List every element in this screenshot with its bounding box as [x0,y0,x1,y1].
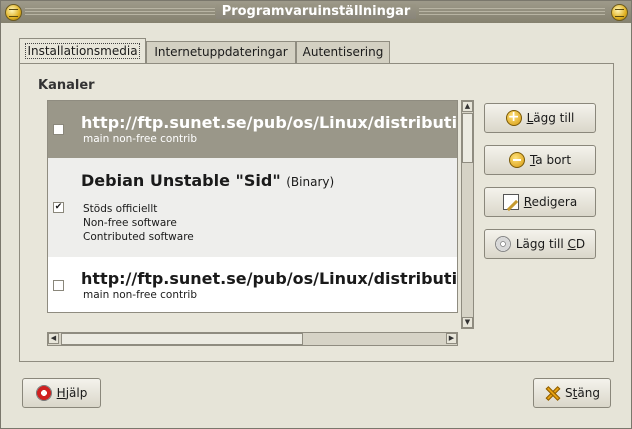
help-icon [35,385,52,401]
channel-detail: Contributed software [83,231,194,243]
channel-name: Debian Unstable "Sid" (Binary) [81,171,335,190]
help-label: Hjälp [56,386,88,400]
channel-name: http://ftp.sunet.se/pub/os/Linux/distrib… [81,113,458,132]
close-label: Stäng [565,386,600,400]
edit-channel-label: Redigera [523,195,578,209]
scroll-down-arrow-icon[interactable]: ▼ [462,317,473,328]
edit-channel-button[interactable]: Redigera [484,187,596,217]
tab-autentisering[interactable]: Autentisering [296,41,390,63]
horizontal-scroll-thumb[interactable] [61,333,303,345]
add-cd-label: Lägg till CD [515,237,586,251]
scroll-left-arrow-icon[interactable]: ◀ [48,333,59,344]
channel-enabled-checkbox[interactable]: ✔ [53,202,64,213]
channels-heading: Kanaler [38,78,95,93]
channel-components: main non-free contrib [83,133,198,145]
channel-row[interactable]: http://ftp.sunet.se/pub/os/Linux/distrib… [48,257,458,312]
channel-type: (Binary) [286,175,335,189]
horizontal-scrollbar[interactable]: ◀ ▶ [47,332,458,346]
remove-channel-button[interactable]: Ta bort [484,145,596,175]
tab-internetuppdateringar[interactable]: Internetuppdateringar [146,41,296,63]
channel-enabled-checkbox[interactable] [53,124,64,135]
add-channel-label: Lägg till [526,111,575,125]
vertical-scrollbar[interactable]: ▲ ▼ [461,100,474,329]
channel-detail: Stöds officiellt [83,203,158,215]
remove-channel-label: Ta bort [529,153,572,167]
close-icon [544,385,560,401]
channel-row[interactable]: http://ftp.sunet.se/pub/os/Linux/distrib… [48,101,458,158]
channel-detail: Non-free software [83,217,177,229]
cd-icon [494,236,511,252]
channel-enabled-checkbox[interactable] [53,280,64,291]
scroll-up-arrow-icon[interactable]: ▲ [462,101,473,112]
vertical-scroll-thumb[interactable] [462,113,473,163]
remove-icon [508,152,525,168]
scroll-right-arrow-icon[interactable]: ▶ [446,333,457,344]
channel-components: main non-free contrib [83,289,198,301]
add-cd-button[interactable]: Lägg till CD [484,229,596,259]
channel-name: http://ftp.sunet.se/pub/os/Linux/distrib… [81,269,458,288]
add-channel-button[interactable]: Lägg till [484,103,596,133]
edit-icon [502,194,519,210]
help-button[interactable]: Hjälp [22,378,101,408]
dialog-window: Programvaruinställningar Installationsme… [0,0,632,429]
channel-list[interactable]: http://ftp.sunet.se/pub/os/Linux/distrib… [47,100,458,313]
window-close-icon[interactable] [611,4,628,21]
close-button[interactable]: Stäng [533,378,611,408]
tab-installationsmedia[interactable]: Installationsmedia [19,38,146,64]
title-bar[interactable]: Programvaruinställningar [1,1,631,23]
add-icon [505,109,522,126]
channel-row[interactable]: ✔ Debian Unstable "Sid" (Binary) Stöds o… [48,158,457,257]
window-title: Programvaruinställningar [1,4,631,19]
